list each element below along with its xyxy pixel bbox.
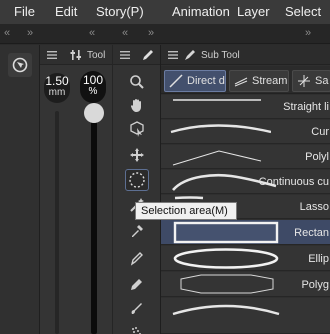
- tab-label: Direct d: [187, 75, 225, 87]
- tab-label: Sa: [315, 75, 329, 87]
- zoom-tool[interactable]: [125, 71, 149, 93]
- panel-dock-strip: « » « « » »: [0, 24, 330, 44]
- sub-tool-continuous-curve[interactable]: Continuous cu: [161, 170, 330, 194]
- shape-preview-icon: [172, 304, 280, 316]
- direct-draw-icon: [169, 74, 183, 88]
- sub-tool-label: Straight li: [283, 101, 329, 113]
- sub-tool-ellipse[interactable]: Ellip: [161, 246, 330, 271]
- sub-tool-label: Lasso: [299, 201, 329, 213]
- sub-tool-label: Rectan: [294, 227, 329, 239]
- stream-icon: [234, 77, 248, 87]
- sub-tool-label: Cur: [311, 126, 329, 138]
- tool-panel-title: Tool: [87, 50, 106, 61]
- move-tool[interactable]: [125, 144, 149, 166]
- opacity-unit: %: [88, 86, 98, 97]
- magnifier-icon: [130, 75, 144, 89]
- menu-icon[interactable]: [167, 49, 179, 61]
- tab-direct-draw[interactable]: Direct d: [164, 70, 226, 92]
- pen-icon: [130, 252, 143, 266]
- pen-tab-icon[interactable]: [141, 48, 155, 62]
- opacity-slider[interactable]: [91, 111, 97, 334]
- sub-tool-label: Polyl: [305, 151, 329, 163]
- menu-animation[interactable]: Animation: [172, 4, 230, 19]
- menu-icon[interactable]: [119, 49, 131, 61]
- hand-tool[interactable]: [125, 94, 149, 116]
- tab-stream[interactable]: Stream: [229, 70, 289, 92]
- straight-line-preview-icon: [173, 99, 261, 101]
- pen-tool[interactable]: [125, 247, 149, 269]
- saturated-line-icon: [298, 75, 310, 87]
- polygon-preview-icon: [180, 274, 274, 294]
- sub-tool-group-tabs: Direct d Stream Sa: [161, 66, 330, 94]
- opacity-number: 100: [82, 73, 104, 87]
- sub-tool-icon: [185, 50, 195, 60]
- sub-tool-header: Sub Tool: [161, 45, 330, 65]
- eyedropper-icon: [132, 225, 143, 237]
- sub-tool-straight-line[interactable]: Straight li: [161, 95, 330, 119]
- menu-layer[interactable]: Layer: [237, 4, 270, 19]
- collapse-left-icon[interactable]: «: [122, 27, 128, 39]
- sub-tool-rectangle[interactable]: Rectan: [161, 220, 330, 245]
- opacity-slider-handle[interactable]: [84, 103, 104, 123]
- brush-size-header: Tool: [40, 45, 112, 65]
- eyedropper-tool[interactable]: [125, 220, 149, 242]
- sub-tool-curve[interactable]: Cur: [161, 120, 330, 144]
- ellipse-preview-icon: [173, 248, 279, 269]
- sub-tool-panel: Sub Tool Direct d Stream Sa Straight li …: [160, 45, 330, 334]
- curve-preview-icon: [170, 124, 271, 134]
- menu-edit[interactable]: Edit: [55, 4, 77, 19]
- move-icon: [130, 148, 144, 162]
- pencil-tool[interactable]: [125, 273, 149, 295]
- brush-size-panel: Tool 1.50 mm 100 %: [40, 45, 112, 334]
- airbrush-tool[interactable]: [125, 321, 149, 334]
- sub-tool-label: Polyg: [301, 279, 329, 291]
- menu-select[interactable]: Select: [285, 4, 321, 19]
- brush-size-value[interactable]: 1.50 mm: [44, 73, 70, 103]
- tab-label: Stream: [252, 75, 288, 87]
- sub-tool-label: Ellip: [308, 253, 329, 265]
- navigator-column: [0, 45, 40, 334]
- opacity-value[interactable]: 100 %: [80, 71, 106, 103]
- hand-icon: [130, 99, 141, 112]
- menu-icon[interactable]: [46, 49, 58, 61]
- brush-size-slider[interactable]: [55, 111, 59, 334]
- pencil-icon: [131, 279, 142, 290]
- selection-area-icon: [129, 172, 145, 188]
- menu-story[interactable]: Story(P): [96, 4, 144, 19]
- tooltip-selection-area: Selection area(M): [135, 202, 237, 220]
- polyline-preview-icon: [172, 150, 262, 166]
- object-tool[interactable]: [125, 118, 149, 140]
- sub-tool-polygon[interactable]: Polyg: [161, 272, 330, 297]
- collapse-left-icon[interactable]: «: [89, 27, 95, 39]
- menu-bar: File Edit Story(P) Animation Layer Selec…: [0, 0, 330, 24]
- navigator-button[interactable]: [8, 53, 32, 77]
- tool-palette: [112, 45, 161, 334]
- tool-palette-header: [113, 45, 161, 65]
- collapse-left-icon[interactable]: «: [4, 27, 10, 39]
- brush-size-unit: mm: [48, 87, 66, 98]
- expand-right-icon[interactable]: »: [305, 27, 311, 39]
- selection-area-tool[interactable]: [125, 169, 149, 191]
- tab-saturated-line[interactable]: Sa: [292, 70, 330, 92]
- airbrush-icon: [132, 327, 141, 334]
- object-select-icon: [130, 121, 144, 137]
- menu-file[interactable]: File: [14, 4, 35, 19]
- brush-tool[interactable]: [125, 297, 149, 319]
- rectangle-preview-icon: [173, 221, 279, 244]
- brush-size-number: 1.50: [45, 74, 69, 88]
- sub-tool-panel-title: Sub Tool: [201, 50, 240, 61]
- sub-tool-next[interactable]: [161, 298, 330, 334]
- expand-right-icon[interactable]: »: [27, 27, 33, 39]
- sub-tool-label: Continuous cu: [258, 176, 329, 188]
- navigator-icon: [12, 57, 28, 73]
- expand-right-icon[interactable]: »: [148, 27, 154, 39]
- tool-property-icon: [70, 50, 81, 60]
- brush-icon: [131, 303, 142, 314]
- sub-tool-polyline[interactable]: Polyl: [161, 145, 330, 169]
